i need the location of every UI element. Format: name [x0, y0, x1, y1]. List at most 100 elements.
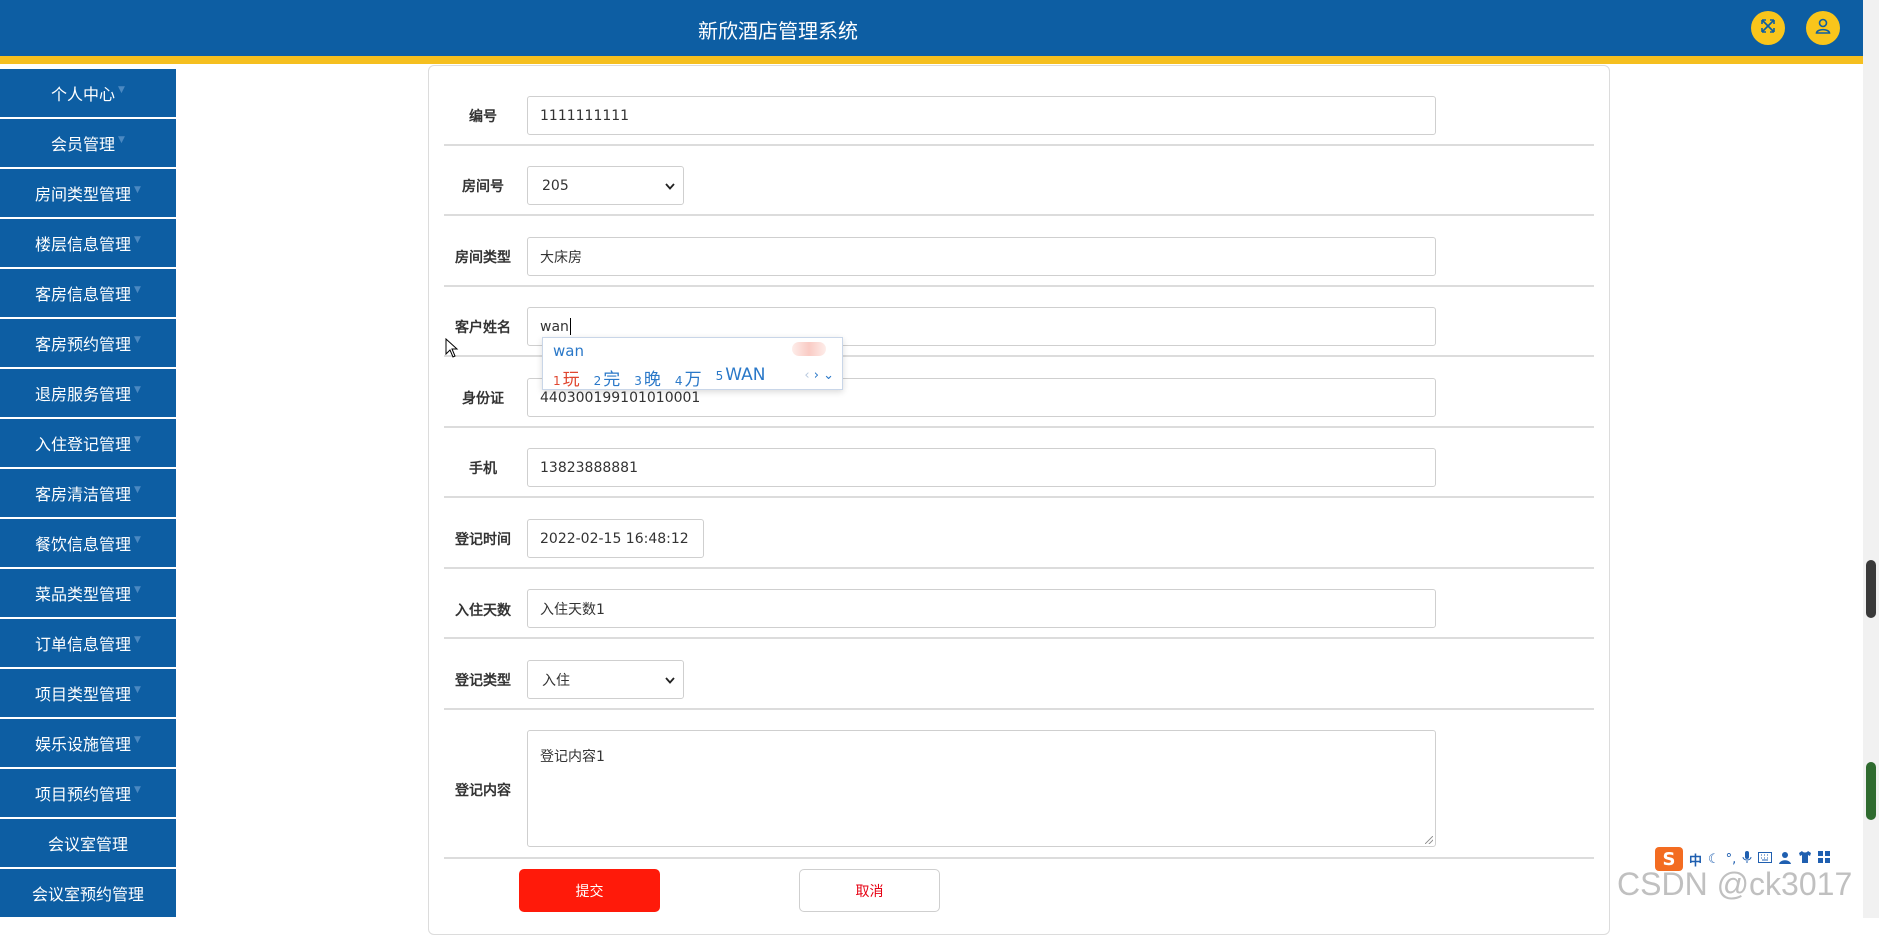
sidebar-item-checkin[interactable]: 入住登记管理 ▼	[0, 419, 176, 467]
reg-type-value: 入住	[542, 672, 570, 689]
row-divider	[444, 496, 1594, 498]
chevron-down-icon: ▼	[134, 185, 141, 195]
moon-icon[interactable]: ☾	[1708, 852, 1720, 867]
chevron-down-icon	[665, 672, 675, 688]
punctuation-icon[interactable]: °,	[1726, 852, 1737, 867]
room-no-select[interactable]: 205	[527, 166, 684, 205]
grid-icon[interactable]	[1818, 851, 1831, 867]
ime-candidate-number: 5	[715, 369, 724, 383]
watermark-text: CSDN @ck3017	[1617, 866, 1853, 902]
chevron-down-icon: ▼	[134, 535, 141, 545]
fullscreen-button[interactable]	[1751, 11, 1785, 45]
submit-button[interactable]: 提交	[519, 869, 660, 912]
chevron-left-icon[interactable]: ‹	[804, 368, 809, 383]
chevron-down-icon[interactable]: ⌄	[823, 368, 834, 383]
sidebar-item-catering[interactable]: 餐饮信息管理 ▼	[0, 519, 176, 567]
room-no-value: 205	[542, 177, 569, 194]
sidebar-item-label: 餐饮信息管理	[35, 535, 132, 554]
ime-candidate-popup: wan 1玩 2完 3晚 4万 5 WAN ‹ › ⌄	[542, 337, 843, 390]
ime-decoration	[792, 342, 826, 356]
sidebar-item-label: 退房服务管理	[35, 385, 132, 404]
sidebar-item-label: 菜品类型管理	[35, 585, 132, 604]
field-label-checkin-time: 登记时间	[455, 532, 511, 548]
chevron-down-icon: ▼	[134, 235, 141, 245]
sidebar-item-floors[interactable]: 楼层信息管理 ▼	[0, 219, 176, 267]
sidebar-item-label: 个人中心	[51, 85, 116, 104]
user-icon[interactable]	[1778, 851, 1792, 868]
row-divider	[444, 214, 1594, 216]
sidebar-item-dish-types[interactable]: 菜品类型管理 ▼	[0, 569, 176, 617]
chevron-down-icon: ▼	[134, 635, 141, 645]
ime-page-nav[interactable]: ‹ › ⌄	[804, 368, 834, 383]
sidebar-item-entertainment[interactable]: 娱乐设施管理 ▼	[0, 719, 176, 767]
shirt-icon[interactable]	[1798, 851, 1812, 867]
user-menu-button[interactable]	[1806, 11, 1840, 45]
ime-candidate-text: 晚	[643, 370, 661, 390]
sidebar-item-meeting-booking[interactable]: 会议室预约管理	[0, 869, 176, 917]
sidebar-item-orders[interactable]: 订单信息管理 ▼	[0, 619, 176, 667]
sidebar-item-label: 会议室预约管理	[31, 885, 144, 904]
cancel-button[interactable]: 取消	[799, 869, 940, 912]
ime-candidate[interactable]: 2完	[594, 365, 621, 390]
ime-candidate[interactable]: 1玩	[553, 365, 580, 390]
sidebar-item-project-booking[interactable]: 项目预约管理 ▼	[0, 769, 176, 817]
customer-name-value: wan	[540, 318, 569, 335]
field-label-phone: 手机	[469, 461, 497, 477]
sidebar-item-project-types[interactable]: 项目类型管理 ▼	[0, 669, 176, 717]
scrollbar-thumb-lower[interactable]	[1866, 762, 1876, 820]
reg-content-value: 登记内容1	[540, 749, 605, 765]
chevron-down-icon: ▼	[134, 285, 141, 295]
sidebar-item-checkout[interactable]: 退房服务管理 ▼	[0, 369, 176, 417]
phone-input[interactable]: 13823888881	[527, 448, 1436, 487]
ime-candidate-number: 1	[553, 374, 561, 388]
sidebar-item-cleaning[interactable]: 客房清洁管理 ▼	[0, 469, 176, 517]
ime-candidate[interactable]: 5 WAN	[716, 365, 766, 390]
row-divider	[444, 144, 1594, 146]
checkin-time-input[interactable]: 2022-02-15 16:48:12	[527, 519, 704, 558]
row-divider	[444, 857, 1594, 859]
chevron-down-icon	[665, 178, 675, 194]
chevron-right-icon[interactable]: ›	[814, 368, 819, 383]
sidebar-item-label: 娱乐设施管理	[35, 735, 132, 754]
sidebar-item-label: 入住登记管理	[35, 435, 132, 454]
sidebar-item-label: 房间类型管理	[35, 185, 132, 204]
row-divider	[444, 567, 1594, 569]
sidebar-item-rooms[interactable]: 客房信息管理 ▼	[0, 269, 176, 317]
ime-candidate[interactable]: 4万	[675, 365, 702, 390]
sidebar-item-label: 订单信息管理	[35, 635, 132, 654]
page-scrollbar[interactable]	[1863, 0, 1879, 918]
stay-days-input[interactable]: 入住天数1	[527, 589, 1436, 628]
ime-candidate-number: 3	[634, 374, 642, 388]
sidebar-item-label: 会员管理	[51, 135, 116, 154]
sidebar-item-meeting-rooms[interactable]: 会议室管理	[0, 819, 176, 867]
reg-content-textarea[interactable]: 登记内容1	[527, 730, 1436, 847]
ime-candidate-text: 完	[603, 370, 621, 390]
user-icon	[1814, 17, 1832, 39]
keyboard-icon[interactable]	[1758, 851, 1773, 867]
top-header: 新欣酒店管理系统	[0, 0, 1863, 56]
sidebar-item-members[interactable]: 会员管理 ▼	[0, 119, 176, 167]
row-divider	[444, 426, 1594, 428]
chevron-down-icon: ▼	[118, 135, 125, 145]
sidebar-item-label: 项目类型管理	[35, 685, 132, 704]
number-input[interactable]: 1111111111	[527, 96, 1436, 135]
row-divider	[444, 637, 1594, 639]
room-type-input[interactable]: 大床房	[527, 237, 1436, 276]
sidebar-item-label: 客房预约管理	[35, 335, 132, 354]
chevron-down-icon: ▼	[134, 485, 141, 495]
ime-candidate-list: 1玩 2完 3晚 4万 5 WAN	[553, 365, 765, 390]
chevron-down-icon: ▼	[134, 685, 141, 695]
sidebar-item-personal-center[interactable]: 个人中心 ▼	[0, 69, 176, 117]
reg-type-select[interactable]: 入住	[527, 660, 684, 699]
chevron-down-icon: ▼	[134, 335, 141, 345]
scrollbar-thumb[interactable]	[1866, 560, 1876, 618]
field-label-customer-name: 客户姓名	[455, 320, 511, 336]
ime-candidate[interactable]: 3晚	[634, 365, 661, 390]
ime-candidate-text: 玩	[562, 370, 580, 390]
field-label-reg-content: 登记内容	[455, 783, 511, 799]
sidebar-item-room-types[interactable]: 房间类型管理 ▼	[0, 169, 176, 217]
ime-candidate-text: WAN	[725, 365, 766, 385]
field-label-stay-days: 入住天数	[455, 603, 511, 619]
sidebar-item-room-booking[interactable]: 客房预约管理 ▼	[0, 319, 176, 367]
resize-grip-icon[interactable]	[1425, 836, 1433, 844]
